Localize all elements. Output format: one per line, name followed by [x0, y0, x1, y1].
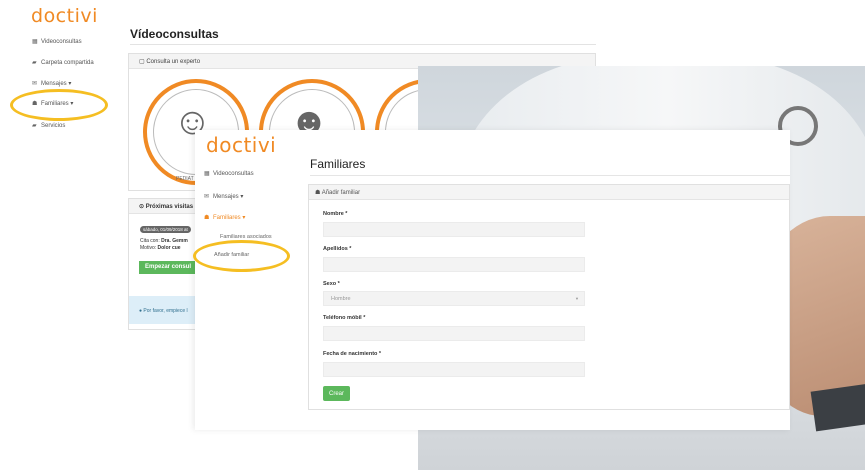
users-icon: ☗: [315, 190, 322, 196]
divider: [130, 44, 596, 45]
visit-label: Motivo:: [140, 245, 157, 251]
page-title: Vídeoconsultas: [130, 27, 219, 41]
sidebar-item-videoconsultas[interactable]: ▦ Videoconsultas: [32, 38, 82, 45]
sidebar-item-label: Mensajes ▾: [213, 194, 244, 200]
sexo-label: Sexo *: [323, 281, 340, 287]
folder-icon: ▰: [32, 60, 37, 66]
sidebar-item-mensajes[interactable]: ✉ Mensajes ▾: [204, 193, 243, 200]
sexo-select[interactable]: Hombre ▼: [323, 291, 585, 306]
nombre-label: Nombre *: [323, 211, 348, 217]
sidebar-item-label: Servicios: [41, 123, 66, 129]
foreground-screenshot: doctivi ▦ Videoconsultas ✉ Mensajes ▾ ☗ Fam…: [195, 130, 790, 430]
highlight-oval-familiares: [10, 89, 108, 121]
sidebar-item-carpeta[interactable]: ▰ Carpeta compartida: [32, 59, 94, 66]
sidebar-item-label: Videoconsultas: [41, 39, 82, 45]
doctivi-logo: doctivi: [31, 5, 98, 27]
sexo-selected-value: Hombre: [331, 296, 351, 302]
clock-icon: ⊙: [139, 204, 146, 210]
anadir-familiar-form: ☗ Añadir familiar Nombre * Apellidos * S…: [308, 184, 790, 410]
sidebar-item-label: Familiares ▾: [213, 215, 246, 221]
divider: [310, 175, 790, 176]
sidebar-item-mensajes[interactable]: ✉ Mensajes ▾: [32, 80, 71, 87]
sidebar-item-label: Carpeta compartida: [41, 60, 94, 66]
panel-title: Consulta un experto: [146, 59, 201, 65]
apellidos-input[interactable]: [323, 257, 585, 272]
visit-label: Cita con:: [140, 238, 160, 244]
panel-title: Próximas visitas: [145, 204, 194, 210]
sidebar-item-familiares[interactable]: ☗ Familiares ▾: [204, 214, 245, 221]
calendar-icon: ▦: [32, 39, 38, 45]
panel-title: Añadir familiar: [321, 190, 361, 196]
sidebar-item-videoconsultas[interactable]: ▦ Videoconsultas: [204, 170, 254, 177]
highlight-oval-anadir-familiar: [193, 240, 290, 272]
nombre-input[interactable]: [323, 222, 585, 237]
visit-reason: Dolor cue: [157, 245, 181, 251]
specialty-caption: PEDIAT: [176, 176, 194, 182]
fecha-nacimiento-input[interactable]: [323, 362, 585, 377]
info-text: Por favor, empiece l: [143, 308, 188, 314]
sidebar-item-label: Mensajes ▾: [41, 81, 72, 87]
caret-down-icon: ▼: [575, 296, 579, 301]
panel-header: ☗ Añadir familiar: [309, 185, 789, 200]
sidebar-item-label: Videoconsultas: [213, 171, 254, 177]
users-icon: ☗: [204, 215, 210, 221]
envelope-icon: ✉: [204, 194, 210, 200]
visit-date-badge: sábado, 01/09/2018 at: [140, 226, 191, 233]
calendar-icon: ▦: [204, 171, 210, 177]
folder-icon: ▰: [32, 123, 37, 129]
fecha-nacimiento-label: Fecha de nacimiento *: [323, 351, 382, 357]
crear-button[interactable]: Crear: [323, 386, 350, 401]
sidebar-item-servicios[interactable]: ▰ Servicios: [32, 122, 65, 129]
envelope-icon: ✉: [32, 81, 38, 87]
doctivi-logo: doctivi: [206, 133, 277, 157]
visit-doctor: Dra. Gemm: [161, 238, 188, 244]
telefono-label: Teléfono móbil *: [323, 315, 366, 321]
visit-details: Cita con: Dra. Gemm Motivo: Dolor cue: [140, 238, 188, 252]
apellidos-label: Apellidos *: [323, 246, 352, 252]
telefono-input[interactable]: [323, 326, 585, 341]
page-title: Familiares: [310, 157, 366, 171]
